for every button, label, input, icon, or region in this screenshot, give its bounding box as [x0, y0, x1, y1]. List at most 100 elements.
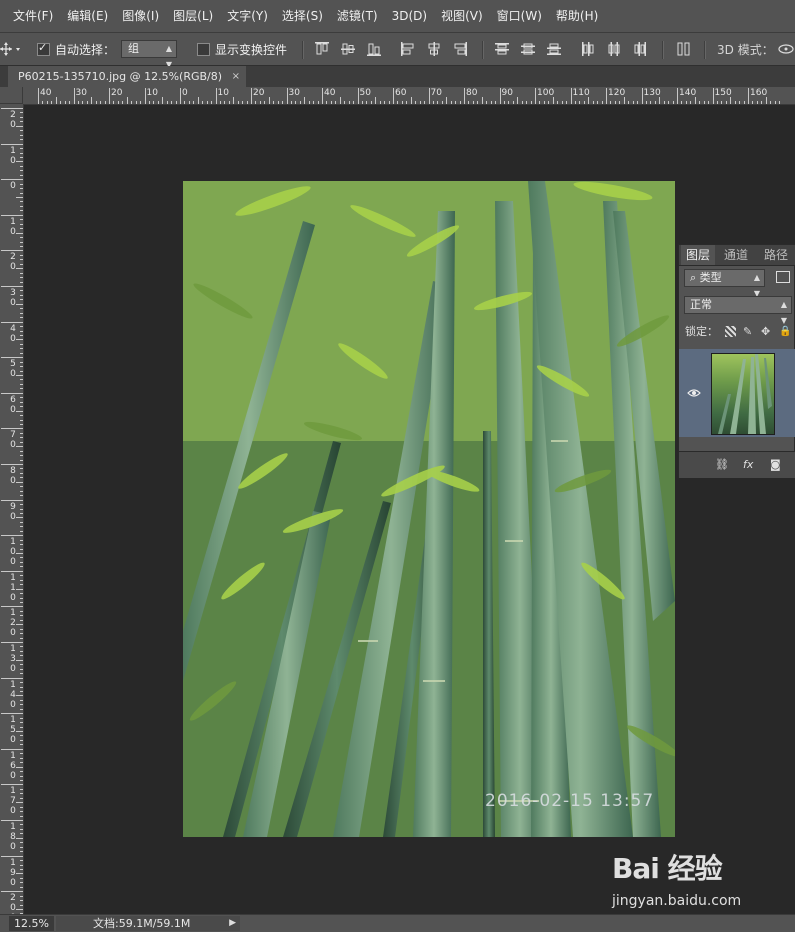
- menu-file[interactable]: 文件(F): [0, 0, 60, 32]
- ruler-minor-tick: [397, 101, 399, 104]
- tab-layers[interactable]: 图层: [681, 245, 716, 265]
- link-layers-icon[interactable]: ⛓: [715, 458, 729, 471]
- add-mask-icon[interactable]: ◙: [770, 458, 781, 471]
- ruler-minor-tick: [20, 610, 23, 612]
- ruler-minor-tick: [20, 811, 23, 813]
- play-arrow-icon[interactable]: ▶: [229, 916, 236, 931]
- ruler-major-tick: [1, 392, 23, 394]
- menu-help[interactable]: 帮助(H): [549, 0, 605, 32]
- ruler-minor-tick: [20, 615, 23, 617]
- menu-select[interactable]: 选择(S): [275, 0, 330, 32]
- ruler-minor-tick: [20, 139, 23, 141]
- layer-filter-dropdown[interactable]: ⌕ 类型 ▲ ▼: [684, 269, 765, 298]
- document-photo[interactable]: 2016-02-15 13:57: [183, 181, 675, 837]
- move-tool-icon[interactable]: [0, 33, 22, 65]
- ruler-minor-tick: [734, 101, 736, 104]
- ruler-minor-tick: [16, 375, 23, 376]
- blend-mode-dropdown[interactable]: 正常 ▲ ▼: [684, 296, 792, 325]
- ruler-minor-tick: [344, 101, 346, 104]
- align-top-icon[interactable]: [315, 42, 329, 56]
- fx-icon[interactable]: fx: [743, 458, 753, 471]
- menu-window[interactable]: 窗口(W): [490, 0, 549, 32]
- auto-select-checkbox[interactable]: [37, 41, 50, 56]
- eye-icon[interactable]: [687, 386, 701, 400]
- ruler-label: 20: [10, 252, 16, 273]
- ruler-minor-tick: [774, 101, 776, 104]
- ruler-minor-tick: [690, 101, 692, 104]
- ruler-minor-tick: [259, 101, 261, 104]
- distribute-vcenter-icon[interactable]: [521, 42, 535, 56]
- layer-thumbnail[interactable]: [711, 353, 775, 435]
- close-icon[interactable]: ×: [232, 66, 240, 87]
- menu-layer[interactable]: 图层(L): [166, 0, 220, 32]
- align-hcenter-icon[interactable]: [427, 42, 441, 56]
- menu-3d[interactable]: 3D(D): [385, 0, 434, 32]
- distribute-bottom-icon[interactable]: [547, 42, 561, 56]
- image-filter-icon[interactable]: [776, 271, 790, 283]
- ruler-label: 0: [10, 181, 16, 192]
- ruler-minor-tick: [20, 597, 23, 599]
- show-transform-checkbox[interactable]: [197, 42, 210, 56]
- ruler-minor-tick: [663, 101, 665, 104]
- distribute-left-icon[interactable]: [581, 42, 595, 56]
- menu-edit[interactable]: 编辑(E): [60, 0, 115, 32]
- align-right-icon[interactable]: [453, 42, 467, 56]
- ruler-minor-tick: [20, 170, 23, 172]
- ruler-minor-tick: [20, 152, 23, 154]
- document-info[interactable]: 文档:59.1M/59.1M ▶: [56, 916, 240, 931]
- menu-image[interactable]: 图像(I): [115, 0, 166, 32]
- tab-channels[interactable]: 通道: [719, 245, 753, 265]
- lock-brush-icon[interactable]: ✎: [743, 326, 754, 337]
- vertical-ruler[interactable]: 2010010203040506070809010011012013014015…: [0, 104, 24, 914]
- auto-align-icon[interactable]: [677, 42, 691, 56]
- ruler-minor-tick: [20, 877, 23, 879]
- ruler-minor-tick: [517, 97, 519, 104]
- ruler-minor-tick: [20, 864, 23, 866]
- align-vcenter-icon[interactable]: [341, 42, 355, 56]
- ruler-minor-tick: [20, 882, 23, 884]
- menu-type[interactable]: 文字(Y): [220, 0, 275, 32]
- lock-all-icon[interactable]: 🔒: [779, 326, 791, 337]
- lock-move-icon[interactable]: ✥: [761, 326, 772, 337]
- ruler-minor-tick: [20, 228, 23, 230]
- distribute-right-icon[interactable]: [633, 42, 647, 56]
- ruler-minor-tick: [348, 101, 350, 104]
- show-transform-option[interactable]: 显示变换控件: [197, 33, 287, 65]
- ruler-minor-tick: [228, 101, 230, 104]
- ruler-minor-tick: [681, 101, 683, 104]
- layer-row[interactable]: [679, 349, 795, 437]
- ruler-minor-tick: [20, 655, 23, 657]
- 3d-orbit-icon[interactable]: [777, 42, 794, 56]
- align-bottom-icon[interactable]: [367, 42, 381, 56]
- ruler-origin[interactable]: [0, 87, 23, 104]
- ruler-minor-tick: [574, 101, 576, 104]
- ruler-minor-tick: [20, 704, 23, 706]
- ruler-minor-tick: [685, 101, 687, 104]
- ruler-minor-tick: [659, 97, 661, 104]
- ruler-minor-tick: [672, 101, 674, 104]
- ruler-minor-tick: [131, 101, 133, 104]
- ruler-minor-tick: [20, 824, 23, 826]
- lock-transparent-icon[interactable]: [725, 325, 736, 337]
- ruler-minor-tick: [86, 101, 88, 104]
- ruler-label: 130: [643, 88, 661, 98]
- align-left-icon[interactable]: [401, 42, 415, 56]
- ruler-minor-tick: [614, 101, 616, 104]
- document-tab[interactable]: P60215-135710.jpg @ 12.5%(RGB/8) ×: [8, 66, 246, 87]
- horizontal-ruler[interactable]: 40 30 20 10 0 10 20 30 40 50 60 70 80 90 100 110 120 130 1…: [23, 87, 795, 105]
- menu-view[interactable]: 视图(V): [434, 0, 490, 32]
- ruler-minor-tick: [20, 682, 23, 684]
- distribute-hcenter-icon[interactable]: [607, 42, 621, 56]
- auto-select-option[interactable]: 自动选择：: [37, 33, 115, 65]
- ruler-major-tick: [748, 88, 749, 104]
- distribute-top-icon[interactable]: [495, 42, 509, 56]
- ruler-minor-tick: [366, 101, 368, 104]
- ruler-major-tick: [1, 464, 23, 465]
- auto-select-dropdown[interactable]: 组 ▲ ▼: [121, 40, 177, 69]
- tab-paths[interactable]: 路径: [759, 245, 793, 265]
- watermark-url: jingyan.baidu.com: [612, 893, 742, 909]
- zoom-level[interactable]: 12.5%: [9, 916, 54, 931]
- menu-filter[interactable]: 滤镜(T): [330, 0, 385, 32]
- ruler-label: 120: [608, 88, 626, 98]
- ruler-minor-tick: [694, 97, 696, 104]
